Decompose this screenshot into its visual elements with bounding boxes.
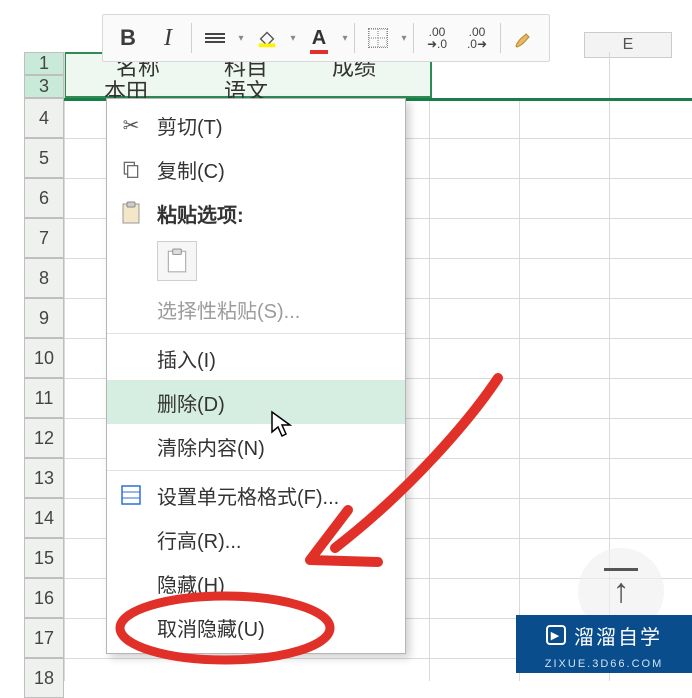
ctx-paste-special[interactable]: 选择性粘贴(S)... bbox=[107, 287, 405, 331]
clipboard-paste-icon bbox=[166, 248, 188, 274]
row-header-1[interactable]: 1 bbox=[24, 52, 64, 75]
arrow-up-icon: ↑ bbox=[613, 572, 630, 611]
borders-button[interactable] bbox=[359, 19, 397, 57]
brush-icon bbox=[512, 26, 536, 50]
ctx-separator bbox=[107, 333, 405, 334]
ctx-paste-default[interactable] bbox=[157, 241, 197, 281]
ctx-copy[interactable]: 复制(C) bbox=[107, 147, 405, 191]
decrease-decimal-button[interactable]: .00 .0➜ bbox=[458, 19, 496, 57]
ctx-insert-label: 插入(I) bbox=[157, 344, 216, 373]
row-header-8[interactable]: 8 bbox=[24, 258, 64, 298]
font-color-caret[interactable]: ▾ bbox=[340, 33, 350, 44]
scissors-icon: ✂ bbox=[117, 111, 145, 139]
mini-toolbar: B I ▾ ▾ A ▾ ▾ .00 ➜.0 .00 .0➜ bbox=[102, 14, 550, 62]
align-dropdown-caret[interactable]: ▾ bbox=[236, 33, 246, 44]
bucket-icon bbox=[256, 27, 278, 49]
ctx-delete-label: 删除(D) bbox=[157, 388, 225, 417]
brand-sub: ZIXUE.3D66.COM bbox=[516, 655, 692, 673]
row-header-9[interactable]: 9 bbox=[24, 298, 64, 338]
row-header-13[interactable]: 13 bbox=[24, 458, 64, 498]
ctx-paste-options-label: 粘贴选项: bbox=[157, 199, 244, 228]
toolbar-separator bbox=[191, 23, 192, 53]
ctx-delete[interactable]: 删除(D) bbox=[107, 380, 405, 424]
row-header-10[interactable]: 10 bbox=[24, 338, 64, 378]
ctx-paste-option-row bbox=[107, 235, 405, 287]
font-color-button[interactable]: A bbox=[300, 19, 338, 57]
row-header-12[interactable]: 12 bbox=[24, 418, 64, 458]
brand-badge: ▶ 溜溜自学 bbox=[516, 615, 692, 655]
format-cells-icon bbox=[117, 481, 145, 509]
ctx-hide[interactable]: 隐藏(H) bbox=[107, 561, 405, 605]
row-header-6[interactable]: 6 bbox=[24, 178, 64, 218]
ctx-unhide-label: 取消隐藏(U) bbox=[157, 613, 265, 642]
ctx-row-height[interactable]: 行高(R)... bbox=[107, 517, 405, 561]
ctx-unhide[interactable]: 取消隐藏(U) bbox=[107, 605, 405, 649]
ctx-cut-label: 剪切(T) bbox=[157, 111, 223, 140]
context-menu: ✂ 剪切(T) 复制(C) 粘贴选项: 选择性粘贴(S)... 插入(I) 删除… bbox=[106, 98, 406, 654]
ctx-copy-label: 复制(C) bbox=[157, 155, 225, 184]
ctx-hide-label: 隐藏(H) bbox=[157, 569, 225, 598]
copy-icon bbox=[117, 155, 145, 183]
borders-caret[interactable]: ▾ bbox=[399, 33, 409, 44]
dec-dec-bot: .0➜ bbox=[467, 38, 487, 50]
toolbar-separator bbox=[354, 23, 355, 53]
row-header-17[interactable]: 17 bbox=[24, 618, 64, 658]
clipboard-icon bbox=[117, 199, 145, 227]
row-header-3[interactable]: 3 bbox=[24, 75, 64, 98]
font-color-icon: A bbox=[312, 27, 326, 50]
italic-button[interactable]: I bbox=[149, 19, 187, 57]
increase-decimal-button[interactable]: .00 ➜.0 bbox=[418, 19, 456, 57]
ctx-separator bbox=[107, 470, 405, 471]
format-painter-button[interactable] bbox=[505, 19, 543, 57]
ctx-row-height-label: 行高(R)... bbox=[157, 525, 241, 554]
row-header-4[interactable]: 4 bbox=[24, 98, 64, 138]
bold-button[interactable]: B bbox=[109, 19, 147, 57]
row-header-16[interactable]: 16 bbox=[24, 578, 64, 618]
borders-icon bbox=[368, 28, 388, 48]
toolbar-separator bbox=[500, 23, 501, 53]
ctx-insert[interactable]: 插入(I) bbox=[107, 336, 405, 380]
ctx-cut[interactable]: ✂ 剪切(T) bbox=[107, 103, 405, 147]
row-header-7[interactable]: 7 bbox=[24, 218, 64, 258]
row-header-15[interactable]: 15 bbox=[24, 538, 64, 578]
toolbar-separator bbox=[413, 23, 414, 53]
ctx-clear-contents[interactable]: 清除内容(N) bbox=[107, 424, 405, 468]
align-icon bbox=[205, 31, 225, 45]
brand-text: 溜溜自学 bbox=[574, 621, 662, 650]
ctx-format-cells[interactable]: 设置单元格格式(F)... bbox=[107, 473, 405, 517]
inc-dec-bot: ➜.0 bbox=[427, 38, 447, 50]
row-header-5[interactable]: 5 bbox=[24, 138, 64, 178]
ctx-paste-special-label: 选择性粘贴(S)... bbox=[157, 295, 300, 324]
row-header-11[interactable]: 11 bbox=[24, 378, 64, 418]
row-header-14[interactable]: 14 bbox=[24, 498, 64, 538]
fill-color-button[interactable] bbox=[248, 19, 286, 57]
ctx-paste-options-header: 粘贴选项: bbox=[107, 191, 405, 235]
align-button[interactable] bbox=[196, 19, 234, 57]
play-icon: ▶ bbox=[546, 625, 566, 645]
row-header-18[interactable]: 18 bbox=[24, 658, 64, 698]
ctx-format-cells-label: 设置单元格格式(F)... bbox=[157, 481, 339, 510]
fill-dropdown-caret[interactable]: ▾ bbox=[288, 33, 298, 44]
ctx-clear-label: 清除内容(N) bbox=[157, 432, 265, 461]
column-header-e[interactable]: E bbox=[584, 32, 672, 58]
